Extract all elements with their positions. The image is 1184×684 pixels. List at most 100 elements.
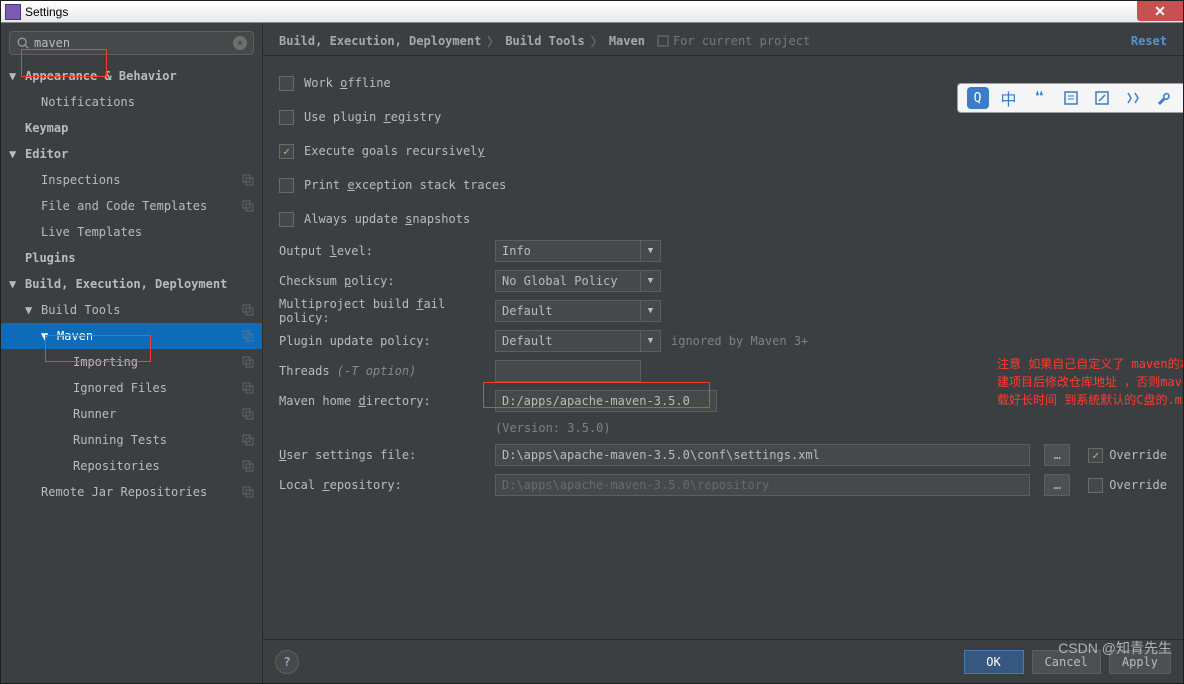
chevron-right-icon: 〉 (591, 33, 603, 50)
window-titlebar: Settings ✕ (1, 1, 1183, 23)
copy-icon (242, 200, 254, 212)
tree-item-notifications[interactable]: Notifications (1, 89, 262, 115)
dialog-footer: ? OK Cancel Apply (263, 639, 1183, 683)
chevron-down-icon: ▼ (640, 241, 660, 261)
user-settings-label: User settings file: (279, 448, 485, 462)
tree-item-build-tools[interactable]: ▼Build Tools (1, 297, 262, 323)
copy-icon (242, 382, 254, 394)
breadcrumb-part: Build, Execution, Deployment (279, 34, 481, 48)
maven-home-label: Maven home directory: (279, 394, 485, 408)
tree-item-running-tests[interactable]: Running Tests (1, 427, 262, 453)
expand-icon: ▼ (9, 147, 19, 161)
output-level-label: Output level: (279, 244, 485, 258)
print-exception-label: Print exception stack traces (304, 178, 506, 192)
copy-icon (242, 356, 254, 368)
work-offline-checkbox[interactable] (279, 76, 294, 91)
watermark: CSDN @知青先生 (1058, 638, 1172, 658)
settings-tool-icon[interactable] (1122, 87, 1144, 109)
plugin-update-dropdown[interactable]: Default ▼ (495, 330, 661, 352)
tree-item-label: Running Tests (73, 433, 167, 447)
tree-item-label: Appearance & Behavior (25, 69, 177, 83)
search-tool-icon[interactable]: Q (967, 87, 989, 109)
execute-goals-checkbox[interactable] (279, 144, 294, 159)
tree-item-live-templates[interactable]: Live Templates (1, 219, 262, 245)
tree-item-label: File and Code Templates (41, 199, 207, 213)
settings-tree: ▼ Appearance & Behavior Notifications Keyma… (1, 59, 262, 683)
expand-icon: ▼ (9, 277, 19, 291)
edit-icon[interactable] (1091, 87, 1113, 109)
maven-home-input[interactable]: D:/apps/apache-maven-3.5.0 (495, 390, 717, 412)
settings-main-panel: Build, Execution, Deployment 〉 Build Too… (263, 23, 1183, 683)
tree-item-appearance-behavior[interactable]: ▼ Appearance & Behavior (1, 63, 262, 89)
use-plugin-registry-checkbox[interactable] (279, 110, 294, 125)
expand-icon: ▼ (9, 69, 19, 83)
reset-link[interactable]: Reset (1131, 34, 1167, 48)
note-icon[interactable] (1060, 87, 1082, 109)
copy-icon (242, 434, 254, 446)
execute-goals-label: Execute goals recursively (304, 144, 485, 158)
threads-input[interactable] (495, 360, 641, 382)
floating-toolbar[interactable]: Q 中 ❝ (957, 83, 1183, 113)
user-settings-override-checkbox[interactable] (1088, 448, 1103, 463)
quote-icon[interactable]: ❝ (1029, 87, 1051, 109)
copy-icon (242, 408, 254, 420)
multiproject-fail-dropdown[interactable]: Default ▼ (495, 300, 661, 322)
user-settings-input[interactable]: D:\apps\apache-maven-3.5.0\conf\settings… (495, 444, 1030, 466)
tree-item-label: Importing (73, 355, 138, 369)
always-update-label: Always update snapshots (304, 212, 470, 226)
tree-item-label: Remote Jar Repositories (41, 485, 207, 499)
tree-item-importing[interactable]: Importing (1, 349, 262, 375)
threads-label: Threads (-T option) (279, 364, 485, 378)
local-repo-label: Local repository: (279, 478, 485, 492)
plugin-update-note: ignored by Maven 3+ (671, 334, 808, 348)
tree-item-build-execution-deployment[interactable]: ▼ Build, Execution, Deployment (1, 271, 262, 297)
search-clear-icon[interactable]: ✕ (233, 36, 247, 50)
override-label: Override (1109, 478, 1167, 492)
project-icon (657, 35, 669, 47)
maven-version-label: (Version: 3.5.0) (495, 416, 1167, 440)
tree-item-label: Ignored Files (73, 381, 167, 395)
tree-item-label: Notifications (41, 95, 135, 109)
use-plugin-registry-label: Use plugin registry (304, 110, 441, 124)
local-repo-override-checkbox[interactable] (1088, 478, 1103, 493)
output-level-dropdown[interactable]: Info ▼ (495, 240, 661, 262)
local-repo-input[interactable]: D:\apps\apache-maven-3.5.0\repository (495, 474, 1030, 496)
browse-button[interactable]: … (1044, 444, 1070, 466)
copy-icon (242, 330, 254, 342)
tree-item-plugins[interactable]: Plugins (1, 245, 262, 271)
copy-icon (242, 174, 254, 186)
print-exception-checkbox[interactable] (279, 178, 294, 193)
search-input[interactable] (34, 36, 233, 50)
app-icon (5, 4, 21, 20)
tree-item-repositories[interactable]: Repositories (1, 453, 262, 479)
tree-item-label: Keymap (25, 121, 68, 135)
copy-icon (242, 460, 254, 472)
breadcrumb: Build, Execution, Deployment 〉 Build Too… (263, 23, 1183, 51)
always-update-checkbox[interactable] (279, 212, 294, 227)
breadcrumb-part: Build Tools (505, 34, 584, 48)
checksum-policy-label: Checksum policy: (279, 274, 485, 288)
tree-item-runner[interactable]: Runner (1, 401, 262, 427)
window-close-button[interactable]: ✕ (1137, 1, 1183, 21)
help-button[interactable]: ? (275, 650, 299, 674)
tree-item-label: Maven (57, 329, 93, 343)
checksum-policy-dropdown[interactable]: No Global Policy ▼ (495, 270, 661, 292)
tree-item-inspections[interactable]: Inspections (1, 167, 262, 193)
ok-button[interactable]: OK (964, 650, 1024, 674)
copy-icon (242, 486, 254, 498)
cn-char-icon[interactable]: 中 (998, 87, 1020, 109)
tree-item-keymap[interactable]: Keymap (1, 115, 262, 141)
tree-item-label: Runner (73, 407, 116, 421)
settings-search[interactable]: ✕ (9, 31, 254, 55)
chevron-down-icon: ▼ (640, 331, 660, 351)
tree-item-label: Build Tools (41, 303, 120, 317)
wrench-icon[interactable] (1153, 87, 1175, 109)
tree-item-remote-jar-repositories[interactable]: Remote Jar Repositories (1, 479, 262, 505)
tree-item-editor[interactable]: ▼Editor (1, 141, 262, 167)
tree-item-label: Build, Execution, Deployment (25, 277, 227, 291)
breadcrumb-part: Maven (609, 34, 645, 48)
browse-button[interactable]: … (1044, 474, 1070, 496)
tree-item-ignored-files[interactable]: Ignored Files (1, 375, 262, 401)
tree-item-file-and-code-templates[interactable]: File and Code Templates (1, 193, 262, 219)
tree-item-maven[interactable]: ▼Maven (1, 323, 262, 349)
